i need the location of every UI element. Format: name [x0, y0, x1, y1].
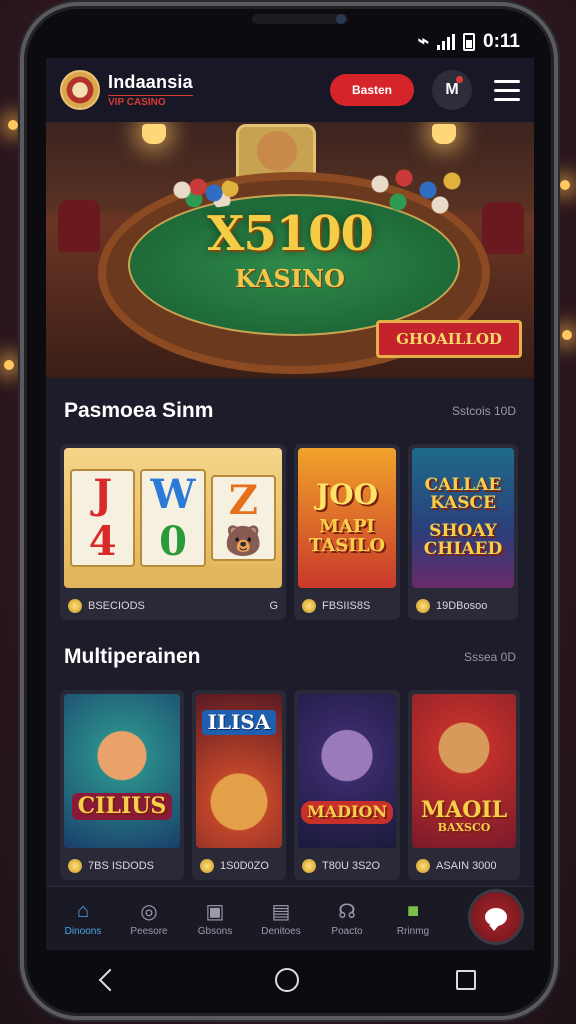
nav-item-promo[interactable]: ☊ Poacto	[314, 900, 380, 938]
card-footer: 19DBosoo	[408, 592, 518, 620]
game-art: CALLAE KASCE SHOAY CHIAED	[412, 448, 514, 588]
nav-item-games[interactable]: ▣ Gbsons	[182, 900, 248, 938]
hero-subtitle: KASINO	[235, 264, 345, 293]
home-icon: ⌂	[76, 899, 90, 922]
game-art: CILIUS	[64, 694, 180, 848]
card-extra: G	[269, 600, 278, 612]
card-label: 1S0D0ZO	[220, 860, 269, 872]
home-circle-icon[interactable]	[274, 968, 299, 992]
lamp-icon	[142, 124, 166, 144]
slot-machine-art: J 4 W 0 Z 🐻	[64, 448, 282, 588]
wifi-icon: ⌁	[417, 31, 430, 52]
speaker-grille	[252, 14, 348, 24]
front-camera	[336, 14, 346, 24]
brand-name: Indaansia	[108, 72, 193, 92]
game-row: J 4 W 0 Z 🐻 BSECIODS G JOO MAPI TASILO F…	[46, 444, 534, 620]
game-card[interactable]: MADION T80U 3S2O	[294, 690, 400, 880]
game-art: JOO MAPI TASILO	[298, 448, 396, 588]
card-footer: FBSIIS8S	[294, 592, 400, 620]
coin-icon	[68, 859, 82, 873]
live-chat-button[interactable]	[468, 889, 524, 945]
brand: Indaansia VIP CASINO	[108, 72, 193, 108]
brand-tagline: VIP CASINO	[108, 95, 193, 108]
coin-icon	[302, 859, 316, 873]
primary-header-button[interactable]: Basten	[330, 74, 414, 106]
hamburger-menu-icon[interactable]	[494, 79, 520, 101]
hero-title: X5100	[207, 206, 374, 262]
status-bar: ⌁ 0:11	[24, 24, 554, 53]
section-header: Multiperainen Sssea 0D	[46, 624, 534, 690]
card-footer: ASAIN 3000	[408, 852, 520, 880]
hero-banner[interactable]: X5100 KASINO GHOAILLOD	[46, 122, 534, 378]
game-card[interactable]: CILIUS 7BS ISDODS	[60, 690, 184, 880]
card-label: 7BS ISDODS	[88, 860, 155, 872]
app-screen: Indaansia VIP CASINO Basten M X5100 KASI…	[46, 58, 534, 950]
game-card[interactable]: J 4 W 0 Z 🐻 BSECIODS G	[60, 444, 286, 620]
user-account-button[interactable]: M	[432, 70, 472, 110]
coin-icon	[302, 599, 316, 613]
game-art: MADION	[298, 694, 396, 848]
coin-icon	[200, 859, 214, 873]
card-footer: BSECIODS G	[60, 592, 286, 620]
nav-item-deposit[interactable]: ▤ Denitoes	[248, 900, 314, 938]
nav-item-rewards[interactable]: ■ Rrinmg	[380, 899, 446, 938]
card-label: ASAIN 3000	[436, 860, 497, 872]
game-art: MAOIL BAXSCO	[412, 694, 516, 848]
card-footer: 1S0D0ZO	[192, 852, 286, 880]
system-navigation-bar	[24, 952, 554, 1008]
section-title: Pasmoea Sinm	[64, 399, 214, 422]
brand-logo-icon[interactable]	[60, 70, 100, 110]
game-card[interactable]: ILISA 1S0D0ZO	[192, 690, 286, 880]
game-art: ILISA	[196, 694, 282, 848]
card-footer: T80U 3S2O	[294, 852, 400, 880]
card-label: T80U 3S2O	[322, 860, 381, 872]
section-header: Pasmoea Sinm Sstcois 10D	[46, 378, 534, 444]
game-row: CILIUS 7BS ISDODS ILISA 1S0D0ZO MADION T…	[46, 690, 534, 880]
coin-icon	[416, 599, 430, 613]
see-all-link[interactable]: Sssea 0D	[464, 650, 516, 664]
bottom-navigation: ⌂ Dinoons ◎ Peesore ▣ Gbsons ▤ Denitoes …	[46, 886, 534, 950]
lamp-icon	[432, 124, 456, 144]
chips-icon	[166, 178, 246, 208]
nav-label: Dinoons	[64, 926, 102, 937]
bag-icon: ▣	[205, 900, 225, 923]
game-card[interactable]: JOO MAPI TASILO FBSIIS8S	[294, 444, 400, 620]
card-label: BSECIODS	[88, 600, 145, 612]
document-icon: ▤	[271, 900, 291, 923]
back-icon[interactable]	[99, 968, 122, 992]
recent-apps-icon[interactable]	[455, 970, 476, 990]
nav-label: Denitoes	[261, 926, 301, 937]
coin-icon	[68, 599, 82, 613]
nav-label: Gbsons	[197, 926, 233, 937]
nav-item-explore[interactable]: ◎ Peesore	[116, 900, 182, 938]
compass-icon: ◎	[140, 900, 158, 923]
hero-cta-banner[interactable]: GHOAILLOD	[376, 320, 522, 358]
notification-dot	[456, 76, 463, 83]
nav-item-home[interactable]: ⌂ Dinoons	[50, 899, 116, 938]
nav-label: Peesore	[130, 926, 168, 937]
phone-frame: ⌁ 0:11 Indaansia VIP CASINO Basten M X51…	[20, 2, 558, 1020]
status-time: 0:11	[483, 30, 520, 52]
section-title: Multiperainen	[64, 645, 201, 668]
nav-label: Rrinmg	[396, 926, 430, 937]
user-initial: M	[445, 81, 459, 98]
battery-icon	[463, 32, 476, 51]
signal-icon	[437, 33, 456, 50]
game-card[interactable]: CALLAE KASCE SHOAY CHIAED 19DBosoo	[408, 444, 518, 620]
card-footer: 7BS ISDODS	[60, 852, 184, 880]
coin-icon	[416, 859, 430, 873]
game-card[interactable]: MAOIL BAXSCO ASAIN 3000	[408, 690, 520, 880]
nav-label: Poacto	[331, 926, 363, 937]
see-all-link[interactable]: Sstcois 10D	[452, 404, 516, 418]
app-header: Indaansia VIP CASINO Basten M	[46, 58, 534, 122]
chat-bubble-icon	[485, 908, 507, 931]
gift-icon: ■	[406, 899, 420, 922]
headset-icon: ☊	[338, 900, 356, 923]
card-label: FBSIIS8S	[322, 600, 371, 612]
card-label: 19DBosoo	[436, 600, 488, 612]
